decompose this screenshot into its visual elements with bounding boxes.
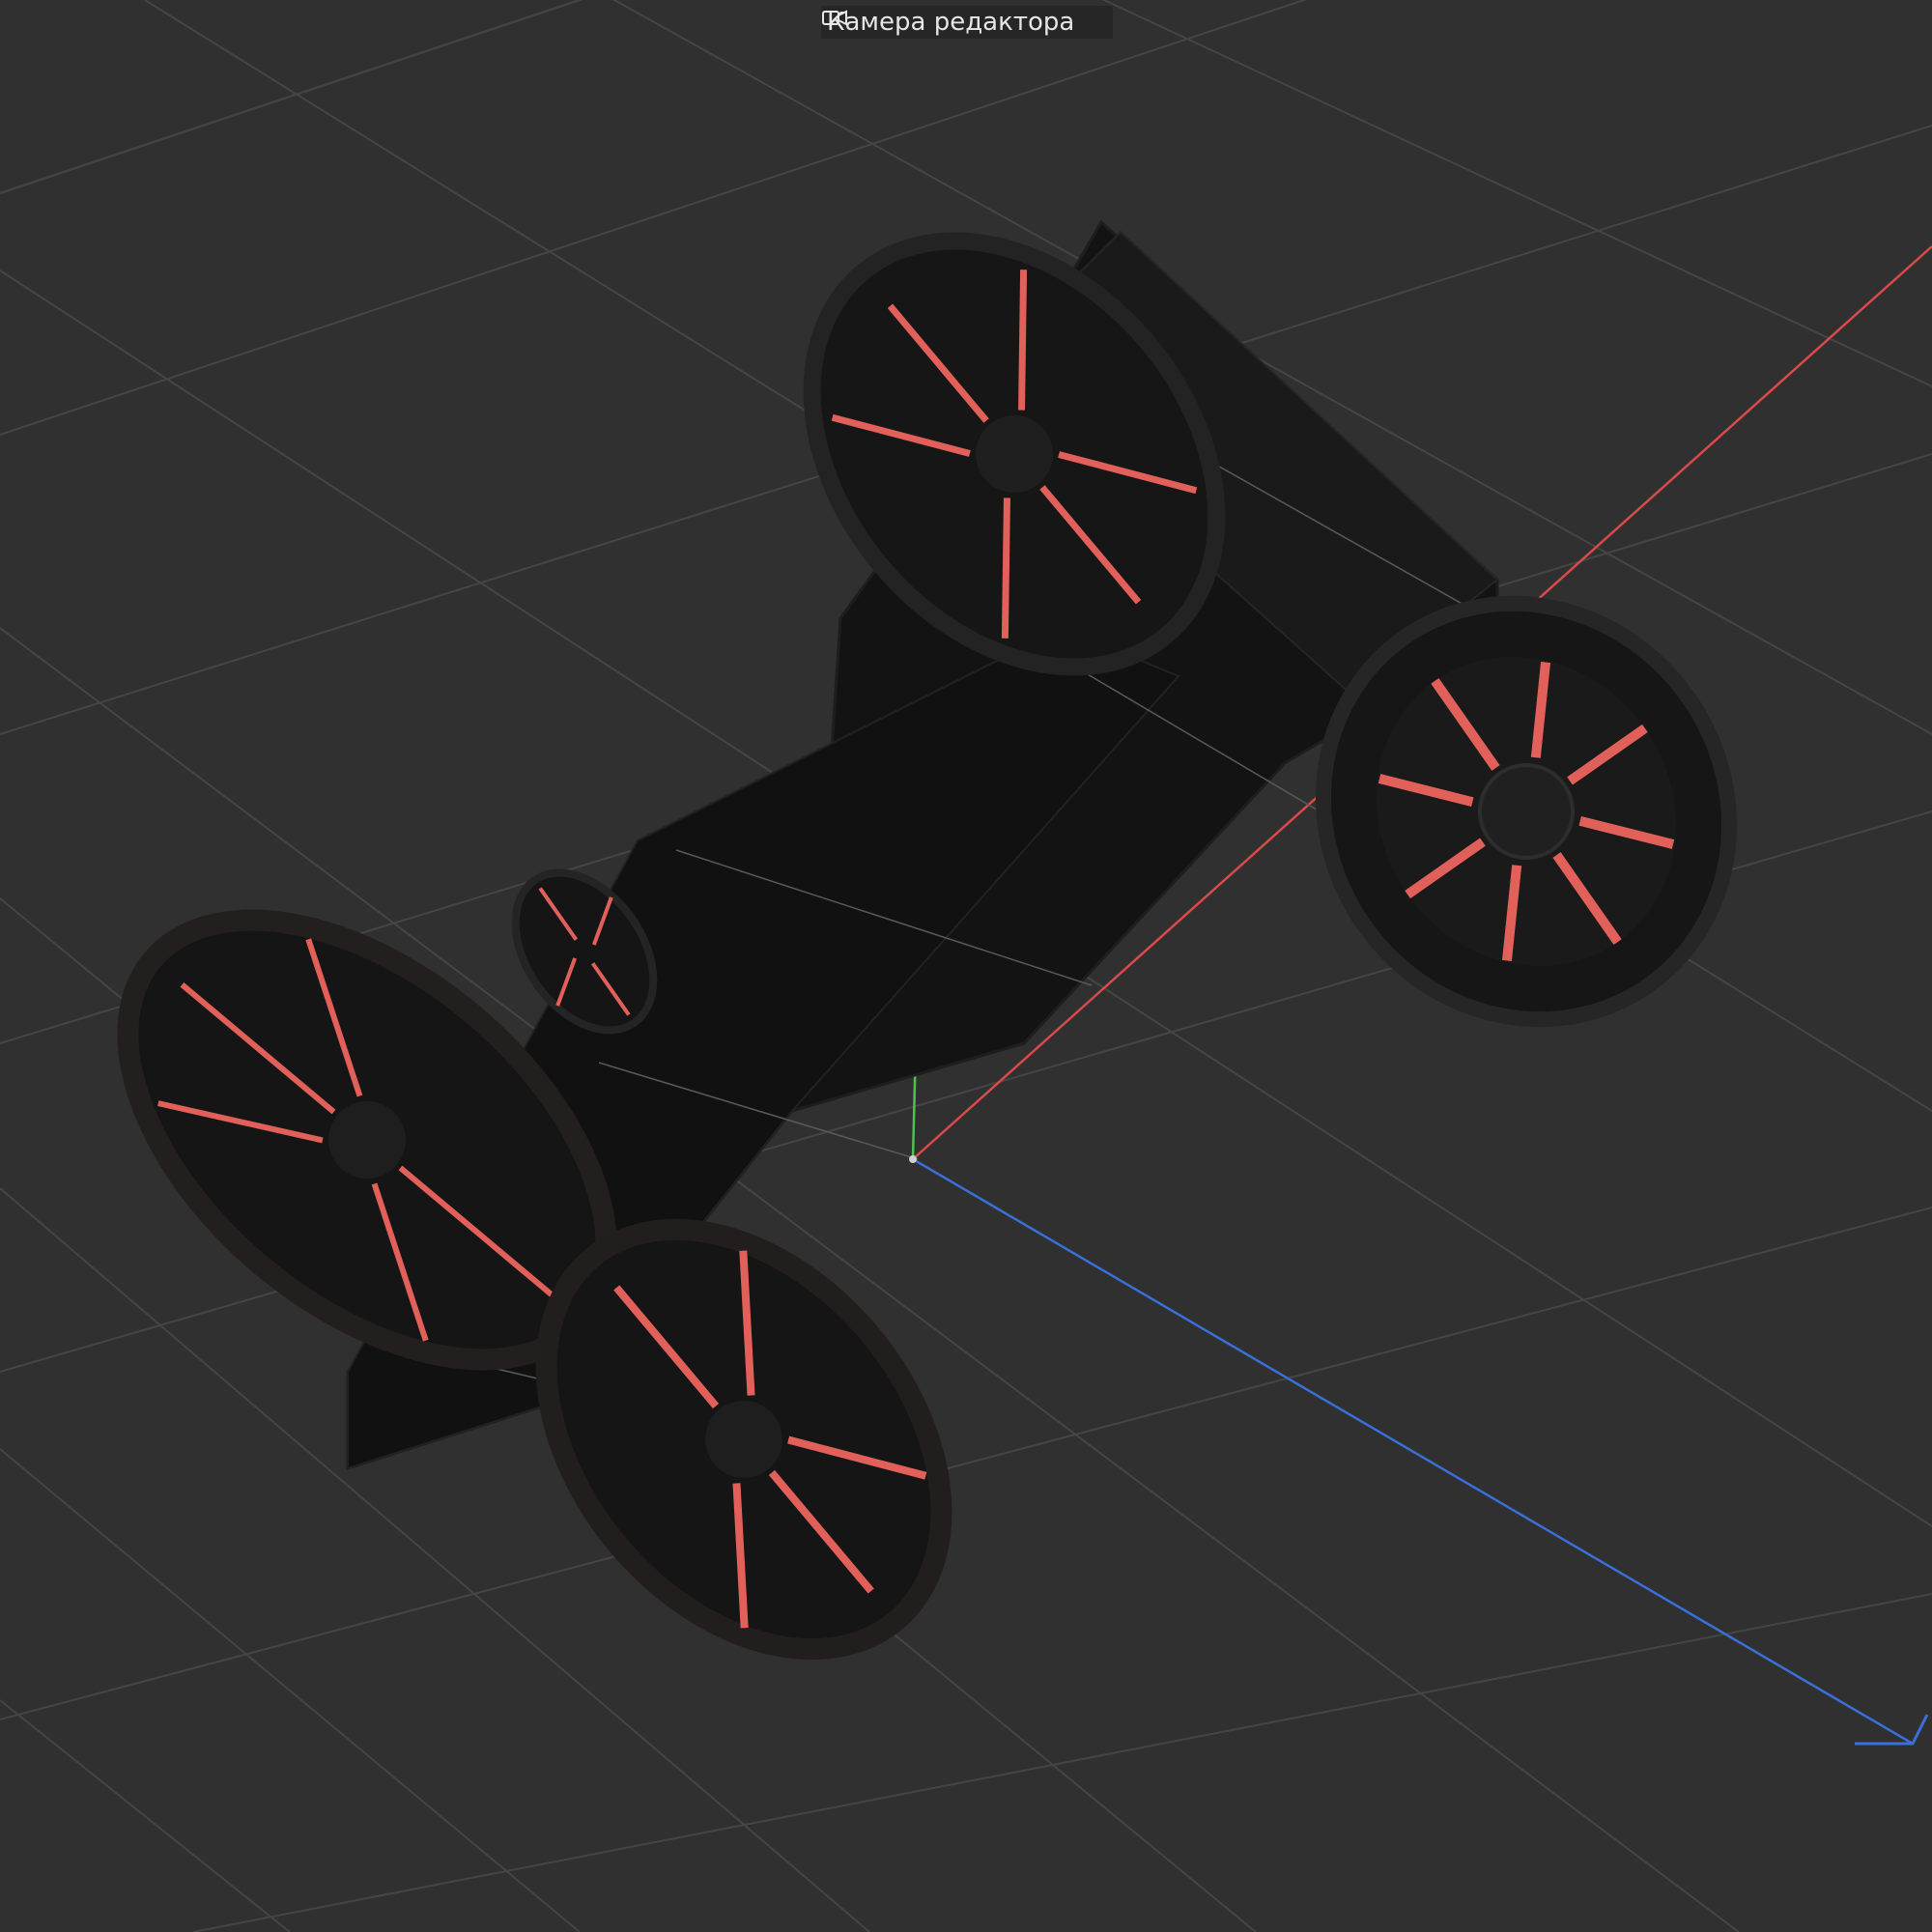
vehicle-model[interactable]: [47, 161, 1811, 1726]
camera-icon[interactable]: [822, 10, 1107, 34]
scene-canvas[interactable]: [0, 0, 1932, 1932]
editor-viewport[interactable]: Камера редактора: [0, 0, 1932, 1932]
pivot-point[interactable]: [909, 1155, 917, 1163]
z-axis-line: [912, 1157, 1914, 1746]
camera-label[interactable]: Камера редактора: [821, 6, 1114, 39]
camera-label-text: Камера редактора: [827, 8, 1075, 37]
z-axis-arrow: [1855, 1714, 1929, 1746]
